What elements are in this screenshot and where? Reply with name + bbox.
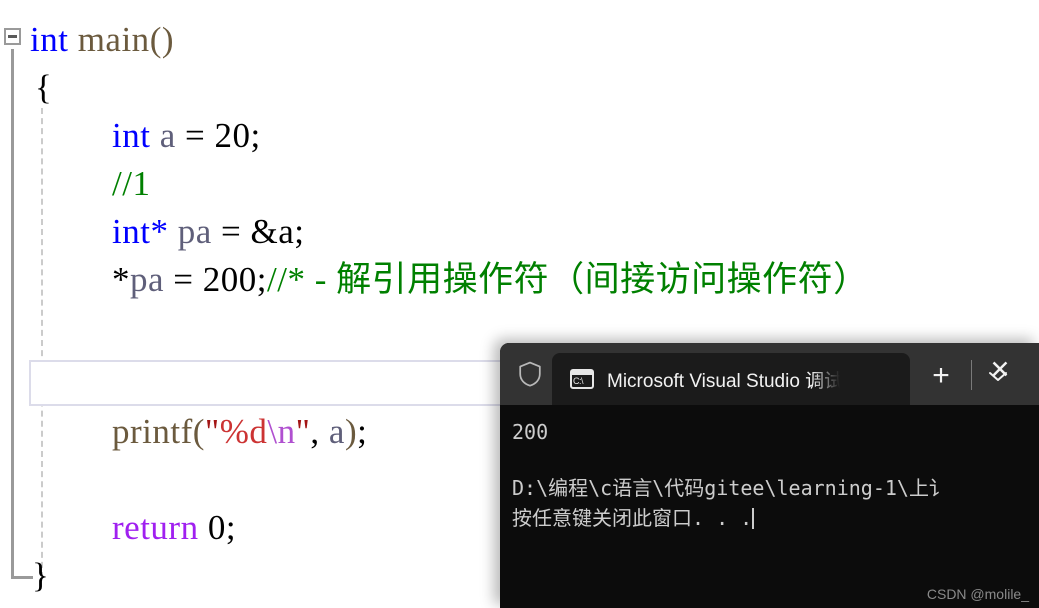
terminal-prompt-text: 按任意键关闭此窗口. . . [512,506,753,530]
code-line: } [0,552,49,600]
code-token: //1 [112,164,151,203]
code-token: " [295,412,311,451]
code-line: return 0; [0,504,236,552]
code-line: { [0,64,52,112]
chevron-down-glyph [989,372,1007,381]
code-token: { [35,68,53,107]
code-token: 0; [198,508,237,547]
terminal-output-line: D:\编程\c语言\代码gitee\learning-1\上讠 [512,476,949,500]
code-token: ) [344,412,358,451]
code-token: pa [130,260,165,299]
terminal-tab-title: Microsoft Visual Studio 调试挂 [607,370,840,392]
tabbar-separator [971,360,972,390]
console-icon: C:\ [570,369,594,389]
code-token: %d [219,412,268,451]
code-token: //* - 解引用操作符（间接访问操作符） [267,260,869,299]
code-line: int main() [0,16,174,64]
code-token: pa [177,212,212,251]
terminal-output-line: 按任意键关闭此窗口. . . [512,503,1039,533]
code-line: *pa = 200;//* - 解引用操作符（间接访问操作符） [0,256,869,304]
code-token: " [204,412,220,451]
shield-icon [519,361,541,387]
chevron-down-icon[interactable] [982,361,1014,391]
terminal-output-line: 200 [512,420,549,444]
terminal-titlebar[interactable]: C:\ Microsoft Visual Studio 调试挂 ✕ + [500,343,1039,405]
code-token: a [328,412,345,451]
terminal-tab-active[interactable]: C:\ Microsoft Visual Studio 调试挂 [552,353,910,405]
code-token: () [149,20,174,59]
code-line: int* pa = &a; [0,208,304,256]
code-token: int [112,116,151,155]
code-token: = &a; [211,212,305,251]
code-token: * [112,260,130,299]
text-cursor [752,508,755,529]
code-token: = 200; [164,260,268,299]
code-token: , [310,412,329,451]
code-token: a [159,116,176,155]
code-token: ; [357,412,368,451]
console-icon-label: C:\ [573,376,584,386]
code-token: = 20; [175,116,261,155]
code-token: int* [112,212,169,251]
code-token: int [30,20,69,59]
code-token: printf [112,412,193,451]
code-token: \n [267,412,296,451]
code-line: int a = 20; [0,112,261,160]
code-line: //1 [0,160,150,208]
code-token: } [32,556,50,595]
code-token: main [77,20,150,59]
code-token: ( [192,412,205,451]
windows-terminal-window[interactable]: C:\ Microsoft Visual Studio 调试挂 ✕ + 200 … [500,343,1039,608]
terminal-output-area[interactable]: 200 D:\编程\c语言\代码gitee\learning-1\上讠 按任意键… [500,405,1039,608]
new-tab-button[interactable]: + [924,361,958,391]
code-token: return [112,508,199,547]
code-line: printf("%d\n", a); [0,408,367,456]
csdn-watermark: CSDN @molile_ [926,586,1029,602]
